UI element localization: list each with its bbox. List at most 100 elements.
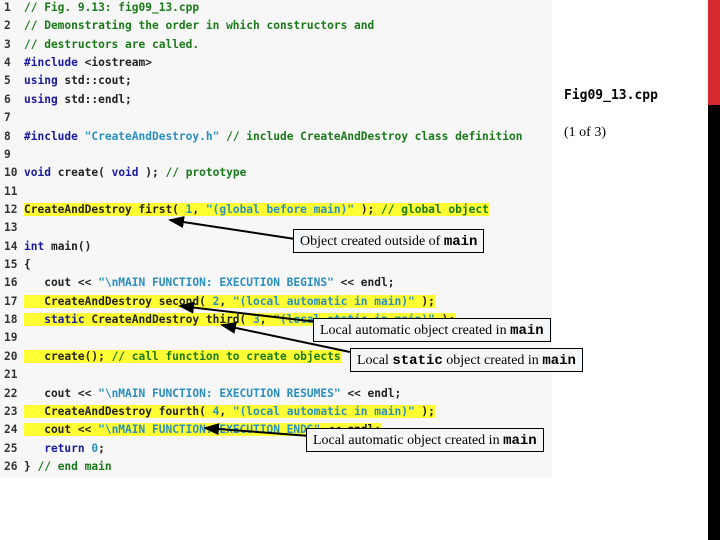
line-number: 4 [4,56,11,70]
code-token: void [111,166,139,180]
code-token: return [24,441,92,455]
code-token: int [24,239,51,253]
callout-code: main [542,353,576,369]
slide-edge-accent-black [708,105,720,540]
code-token: "CreateAndDestroy.h" [84,129,220,143]
code-token: ); [414,294,435,308]
code-token: 3 [253,313,260,327]
code-token: static [24,313,92,327]
line-number: 21 [4,368,18,382]
callout-code: main [443,234,478,250]
code-token: ); [138,166,166,180]
code-text: int main() [24,238,91,256]
line-number: 14 [4,239,18,253]
line-number: 20 [4,349,18,363]
line-number: 13 [4,221,18,235]
code-text: cout << "\nMAIN FUNCTION: EXECUTION BEGI… [24,274,394,292]
highlighted-code: create(); // call function to create obj… [24,349,341,363]
code-text: } // end main [24,458,112,476]
code-text: cout << "\nMAIN FUNCTION: EXECUTION RESU… [24,385,401,403]
code-token: void [24,166,58,180]
code-text: { [24,256,31,274]
line-number: 15 [4,258,18,272]
code-token: , [192,202,206,216]
line-number: 7 [4,111,11,125]
line-number: 5 [4,74,11,88]
line-number: 2 [4,19,11,33]
code-token: , [219,294,233,308]
line-number: 19 [4,331,18,345]
callout-local-automatic-1: Local automatic object created in main [313,318,551,342]
line-number: 10 [4,166,18,180]
callout-code: main [503,433,537,449]
code-token: #include [24,129,85,143]
slide-title: Fig09_13.cpp [564,88,658,103]
code-token: std::cout; [64,74,132,88]
code-token: // call function to create objects [111,349,341,363]
page-indicator: (1 of 3) [564,125,606,140]
code-token: create(); [24,349,112,363]
code-token: // prototype [165,166,247,180]
line-number: 17 [4,294,18,308]
code-token: <iostream> [84,56,152,70]
code-token: << endl; [340,386,402,400]
code-token: CreateAndDestroy first( [24,202,186,216]
line-number: 3 [4,37,11,51]
code-token: // destructors are called. [24,37,200,51]
callout-local-automatic-2: Local automatic object created in main [306,428,544,452]
line-number: 18 [4,313,18,327]
code-token: // include CreateAndDestroy class defini… [226,129,523,143]
code-token: using [24,74,65,88]
line-number: 9 [4,147,11,161]
callout-text: Local automatic object created in [320,323,511,338]
callout-code: main [510,323,544,339]
code-token: "(local automatic in main)" [232,294,415,308]
code-token: #include [24,56,85,70]
code-token: "(local automatic in main)" [232,404,415,418]
code-token: "(global before main)" [205,202,355,216]
callout-code: static [392,353,443,369]
code-token: // Fig. 9.13: fig09_13.cpp [24,1,200,14]
code-token: ; [98,441,105,455]
code-token: CreateAndDestroy second( [24,294,213,308]
line-number: 24 [4,423,18,437]
highlighted-code: CreateAndDestroy second( 2, "(local auto… [24,294,435,308]
code-text: #include <iostream> [24,54,152,72]
code-token: "\nMAIN FUNCTION: EXECUTION BEGINS" [98,276,334,290]
line-number: 6 [4,92,11,106]
line-number: 12 [4,202,18,216]
line-number: 1 [4,1,11,14]
line-number: 16 [4,276,18,290]
code-token: CreateAndDestroy fourth( [24,404,213,418]
code-token: << endl; [333,276,395,290]
code-text: #include "CreateAndDestroy.h" // include… [24,128,522,146]
code-text: using std::cout; [24,72,132,90]
line-number: 22 [4,386,18,400]
code-text: create(); // call function to create obj… [24,348,341,366]
code-token: , [259,313,274,327]
callout-text: object created in [442,353,543,368]
code-token: // end main [37,460,112,473]
code-token: } [24,460,38,473]
callout-text: Object created outside of [300,234,444,249]
code-token: CreateAndDestroy third( [91,313,254,327]
code-token: // Demonstrating the order in which cons… [24,19,375,33]
code-token: ); [354,202,382,216]
line-number: 26 [4,460,18,473]
code-token: cout << [24,386,99,400]
code-token: // global object [381,202,489,216]
line-number: 25 [4,441,18,455]
slide-edge-accent-red [708,0,720,105]
code-text: CreateAndDestroy second( 2, "(local auto… [24,293,435,311]
callout-text: Local [357,353,393,368]
code-token: main() [50,239,92,253]
line-number: 11 [4,184,18,198]
code-token: ); [414,404,435,418]
code-text: CreateAndDestroy first( 1, "(global befo… [24,201,489,219]
code-text: // Demonstrating the order in which cons… [24,17,374,35]
code-token: cout << [24,423,99,437]
code-text: using std::endl; [24,91,132,109]
callout-local-static: Local static object created in main [350,348,583,372]
callout-text: Local automatic object created in [313,433,504,448]
code-text: void create( void ); // prototype [24,164,246,182]
